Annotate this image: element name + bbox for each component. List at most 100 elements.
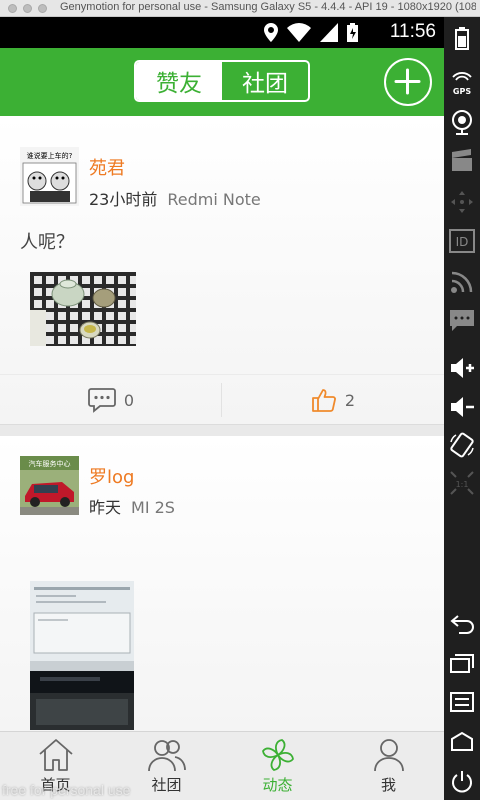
header-segment-control: 赞友 社团 [134,60,310,102]
volume-down-button[interactable] [447,392,477,422]
bottom-tab-bar: 首页 社团 动态 我 [0,731,444,800]
message-icon [450,310,474,331]
tab-clubs[interactable]: 社团 [111,732,222,800]
close-window-button[interactable] [8,4,17,13]
gps-label: GPS [453,87,471,96]
add-post-button[interactable] [384,58,432,106]
avatar-image: 汽车服务中心 [20,456,79,515]
sms-button[interactable] [447,306,477,336]
emulator-title-bar: Genymotion for personal use - Samsung Ga… [0,0,480,17]
status-bar: 11:56 [0,17,444,48]
app-header: 赞友 社团 [0,48,444,116]
minimize-window-button[interactable] [23,4,32,13]
home-button[interactable] [447,726,477,756]
post-meta: 23小时前 Redmi Note [89,186,261,210]
avatar[interactable]: 汽车服务中心 [20,456,79,515]
recent-apps-button[interactable] [447,648,477,678]
window-title: Genymotion for personal use - Samsung Ga… [60,1,476,13]
gps-icon: GPS [452,72,472,96]
gps-button[interactable]: GPS [447,68,477,98]
post-image[interactable] [30,581,134,730]
post-time: 昨天 [89,498,122,517]
capture-button[interactable] [447,146,477,176]
volume-up-icon [451,358,474,378]
post-card: 汽车服务中心 罗log 昨天 MI 2S [0,436,444,730]
tea-photo [30,272,136,346]
post-card: 谁说要上车的? 苑君 23小时前 Redmi Note 人呢？ 0 2 [0,116,444,424]
window-controls [8,4,47,13]
menu-icon [450,692,474,712]
power-button[interactable] [447,767,477,797]
device-id-button[interactable]: ID [447,226,477,256]
monitor-photo [30,581,134,730]
post-time: 23小时前 [89,190,158,209]
comment-count: 0 [123,390,135,410]
volume-down-icon [451,397,474,417]
comment-button[interactable]: 0 [0,375,222,425]
webcam-button[interactable] [447,107,477,137]
app-screen: 赞友 社团 谁说要上车的? 苑君 23小时前 Redmi Note 人呢？ 0 … [0,48,444,800]
people-icon [147,740,186,772]
power-icon [452,771,472,793]
status-time: 11:56 [389,21,436,42]
tab-zanyou[interactable]: 赞友 [136,62,222,100]
clapper-icon [452,149,472,171]
avatar-caption: 汽车服务中心 [29,459,71,468]
pixel-perfect-icon: 1:1 [450,471,474,495]
id-icon: ID [449,229,475,253]
pixel-label: 1:1 [456,480,469,489]
tab-shetuan[interactable]: 社团 [222,62,308,100]
tab-label: 社团 [151,776,182,794]
menu-button[interactable] [447,687,477,717]
tab-me[interactable]: 我 [333,732,444,800]
post-actions: 0 2 [0,374,444,424]
recent-apps-icon [450,654,474,673]
tab-label: 首页 [40,776,71,794]
battery-button[interactable] [447,23,477,53]
network-button[interactable] [447,267,477,297]
plus-circle-icon [394,68,421,95]
comment-icon [88,388,116,413]
thumbs-up-icon [312,389,336,412]
rotate-button[interactable] [447,430,477,460]
like-button[interactable]: 2 [222,375,444,425]
post-username[interactable]: 苑君 [89,154,125,180]
post-device: Redmi Note [167,190,261,209]
status-icons [264,23,358,42]
back-button[interactable] [447,609,477,639]
pinwheel-icon [261,739,294,771]
post-text: 人呢？ [20,232,74,253]
home-icon [451,731,473,751]
rotate-icon [450,432,474,458]
avatar-image: 谁说要上车的? [20,147,79,206]
dpad-icon [451,191,473,213]
rss-icon [451,271,473,293]
tab-home[interactable]: 首页 [0,732,111,800]
back-icon [450,615,474,634]
tab-feed[interactable]: 动态 [222,732,333,800]
wifi-icon [287,23,311,42]
volume-up-button[interactable] [447,353,477,383]
dpad-button[interactable] [447,187,477,217]
avatar-caption: 谁说要上车的? [27,151,73,160]
signal-icon [320,23,338,42]
tab-label: 动态 [262,776,293,794]
avatar[interactable]: 谁说要上车的? [20,147,79,206]
pixel-perfect-button[interactable]: 1:1 [447,468,477,498]
person-icon [373,739,404,772]
battery-charging-icon [347,23,358,42]
post-device: MI 2S [131,498,175,517]
post-username[interactable]: 罗log [89,463,134,489]
id-label: ID [456,235,469,249]
tab-label: 我 [380,776,396,794]
home-icon [38,739,73,771]
webcam-icon [452,110,472,135]
location-icon [264,23,278,42]
zoom-window-button[interactable] [38,4,47,13]
like-count: 2 [344,390,356,410]
feed-list: 谁说要上车的? 苑君 23小时前 Redmi Note 人呢？ 0 2 汽车服务… [0,116,444,730]
post-meta: 昨天 MI 2S [89,494,175,518]
post-image[interactable] [30,272,136,346]
post-separator [0,424,444,436]
battery-icon [455,27,469,50]
